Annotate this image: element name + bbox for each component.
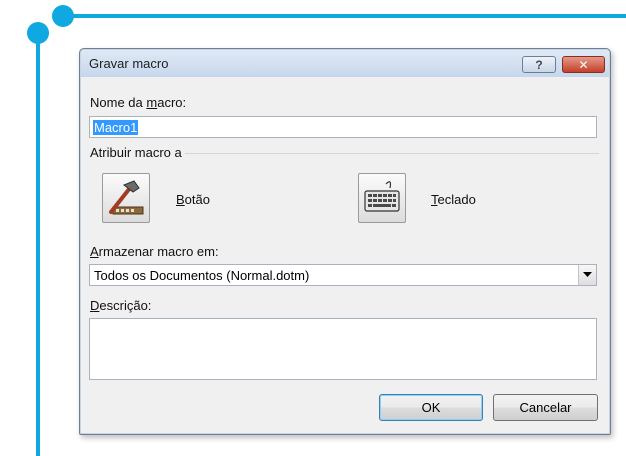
help-icon: ? <box>535 57 543 72</box>
keyboard-assign-button[interactable] <box>358 173 406 223</box>
record-macro-dialog: Gravar macro ? ✕ Nome da macro: Macro1 A… <box>79 48 611 435</box>
group-divider <box>185 153 599 154</box>
dialog-title: Gravar macro <box>89 56 169 71</box>
keyboard-icon <box>364 181 400 212</box>
ok-button[interactable]: OK <box>379 394 483 421</box>
dropdown-arrow-icon[interactable] <box>578 265 596 285</box>
button-assign-label: Botão <box>176 192 210 207</box>
macro-name-label: Nome da macro: <box>90 95 187 110</box>
assign-macro-label: Atribuir macro a <box>90 145 182 160</box>
hammer-icon <box>109 180 144 215</box>
decorative-dot <box>52 5 74 27</box>
help-button[interactable]: ? <box>522 56 556 73</box>
close-button[interactable]: ✕ <box>562 56 605 73</box>
decorative-left-line <box>36 30 40 456</box>
description-textarea[interactable] <box>89 318 597 380</box>
decorative-dot <box>27 22 49 44</box>
store-macro-select[interactable]: Todos os Documentos (Normal.dotm) <box>89 264 597 286</box>
store-macro-label: Armazenar macro em: <box>90 244 219 259</box>
store-macro-value: Todos os Documentos (Normal.dotm) <box>94 268 310 283</box>
decorative-top-line <box>62 14 626 18</box>
description-label: Descrição: <box>90 298 152 313</box>
title-bar[interactable]: Gravar macro ? ✕ <box>81 50 609 77</box>
button-assign-button[interactable] <box>102 173 150 223</box>
cancel-button[interactable]: Cancelar <box>493 394 598 421</box>
macro-name-input[interactable]: Macro1 <box>89 116 597 138</box>
keyboard-assign-label: Teclado <box>431 192 476 207</box>
close-icon: ✕ <box>578 57 589 72</box>
macro-name-value: Macro1 <box>93 120 139 135</box>
